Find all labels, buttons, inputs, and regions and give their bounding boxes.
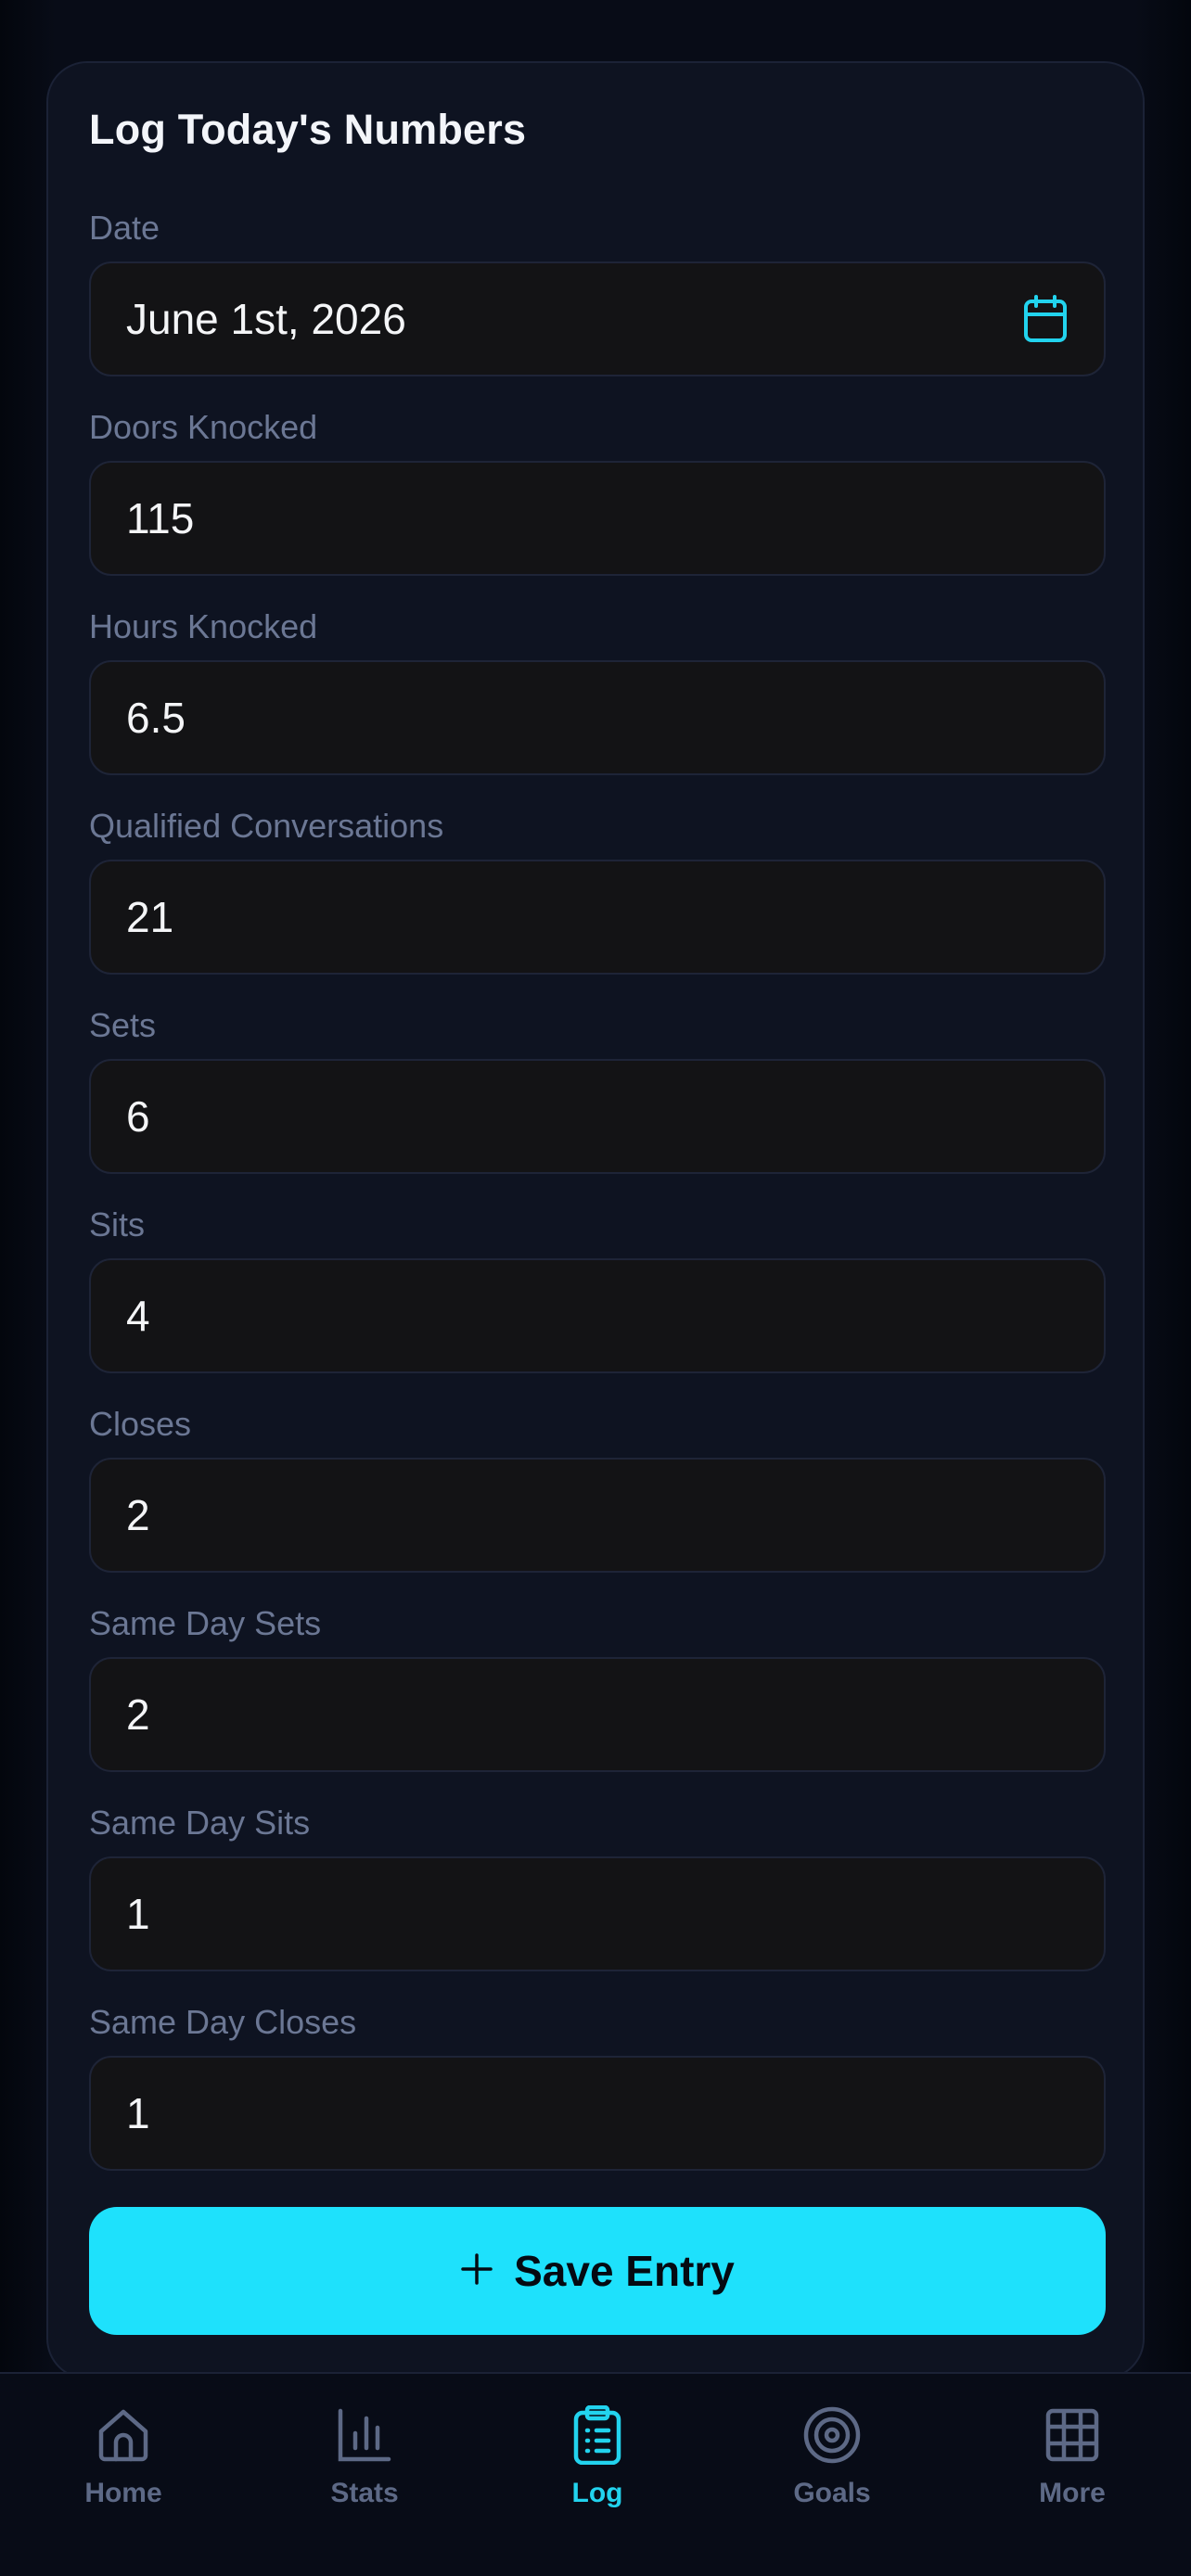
closes-input[interactable]: 2 — [89, 1458, 1106, 1573]
tab-log-label: Log — [571, 2478, 623, 2508]
hours-knocked-value: 6.5 — [126, 694, 186, 742]
calendar-icon[interactable] — [1022, 294, 1069, 344]
qualified-conversations-field: Qualified Conversations 21 — [89, 802, 1106, 975]
tab-stats[interactable]: Stats — [272, 2405, 457, 2509]
bottom-tab-bar: Home Stats Log Goals More — [0, 2372, 1191, 2576]
target-icon — [802, 2405, 862, 2465]
date-input[interactable]: June 1st, 2026 — [89, 261, 1106, 376]
tab-home-label: Home — [84, 2478, 162, 2508]
date-label: Date — [89, 209, 160, 247]
bar-chart-icon — [335, 2405, 394, 2465]
doors-knocked-label: Doors Knocked — [89, 408, 318, 446]
qualified-conversations-input[interactable]: 21 — [89, 860, 1106, 975]
hours-knocked-input[interactable]: 6.5 — [89, 660, 1106, 775]
sits-value: 4 — [126, 1292, 150, 1340]
sets-label: Sets — [89, 1006, 157, 1044]
plus-icon — [460, 2252, 493, 2290]
hours-knocked-label: Hours Knocked — [89, 607, 318, 645]
same-day-closes-field: Same Day Closes 1 — [89, 1998, 1106, 2171]
same-day-sets-label: Same Day Sets — [89, 1604, 322, 1642]
sets-field: Sets 6 — [89, 1001, 1106, 1174]
clipboard-list-icon — [568, 2405, 627, 2465]
save-entry-button[interactable]: Save Entry — [89, 2207, 1106, 2335]
doors-knocked-value: 115 — [126, 494, 195, 542]
sits-field: Sits 4 — [89, 1201, 1106, 1373]
same-day-sits-value: 1 — [126, 1890, 150, 1938]
same-day-sets-value: 2 — [126, 1690, 150, 1739]
date-value: June 1st, 2026 — [126, 295, 406, 343]
closes-field: Closes 2 — [89, 1400, 1106, 1573]
doors-knocked-field: Doors Knocked 115 — [89, 403, 1106, 576]
home-icon — [94, 2405, 153, 2465]
tab-more[interactable]: More — [980, 2405, 1165, 2509]
closes-label: Closes — [89, 1405, 192, 1443]
save-entry-label: Save Entry — [514, 2247, 735, 2295]
sits-label: Sits — [89, 1205, 146, 1243]
same-day-closes-input[interactable]: 1 — [89, 2056, 1106, 2171]
tab-goals[interactable]: Goals — [739, 2405, 925, 2509]
same-day-closes-value: 1 — [126, 2089, 150, 2137]
log-form-card: Log Today's Numbers Date June 1st, 2026 … — [46, 61, 1145, 2379]
same-day-sets-field: Same Day Sets 2 — [89, 1600, 1106, 1772]
doors-knocked-input[interactable]: 115 — [89, 461, 1106, 576]
qualified-conversations-value: 21 — [126, 893, 174, 941]
tab-home[interactable]: Home — [31, 2405, 216, 2509]
same-day-sits-field: Same Day Sits 1 — [89, 1799, 1106, 1971]
same-day-sits-label: Same Day Sits — [89, 1804, 311, 1842]
hours-knocked-field: Hours Knocked 6.5 — [89, 603, 1106, 775]
sets-input[interactable]: 6 — [89, 1059, 1106, 1174]
closes-value: 2 — [126, 1491, 150, 1539]
tab-more-label: More — [1039, 2478, 1106, 2508]
sits-input[interactable]: 4 — [89, 1258, 1106, 1373]
date-field: Date June 1st, 2026 — [89, 204, 1106, 376]
form-title: Log Today's Numbers — [89, 106, 527, 153]
same-day-sits-input[interactable]: 1 — [89, 1856, 1106, 1971]
tab-log[interactable]: Log — [505, 2405, 690, 2509]
same-day-closes-label: Same Day Closes — [89, 2003, 357, 2041]
qualified-conversations-label: Qualified Conversations — [89, 807, 444, 845]
tab-goals-label: Goals — [793, 2478, 871, 2508]
sets-value: 6 — [126, 1092, 150, 1141]
same-day-sets-input[interactable]: 2 — [89, 1657, 1106, 1772]
tab-stats-label: Stats — [330, 2478, 399, 2508]
grid-icon — [1043, 2405, 1102, 2465]
